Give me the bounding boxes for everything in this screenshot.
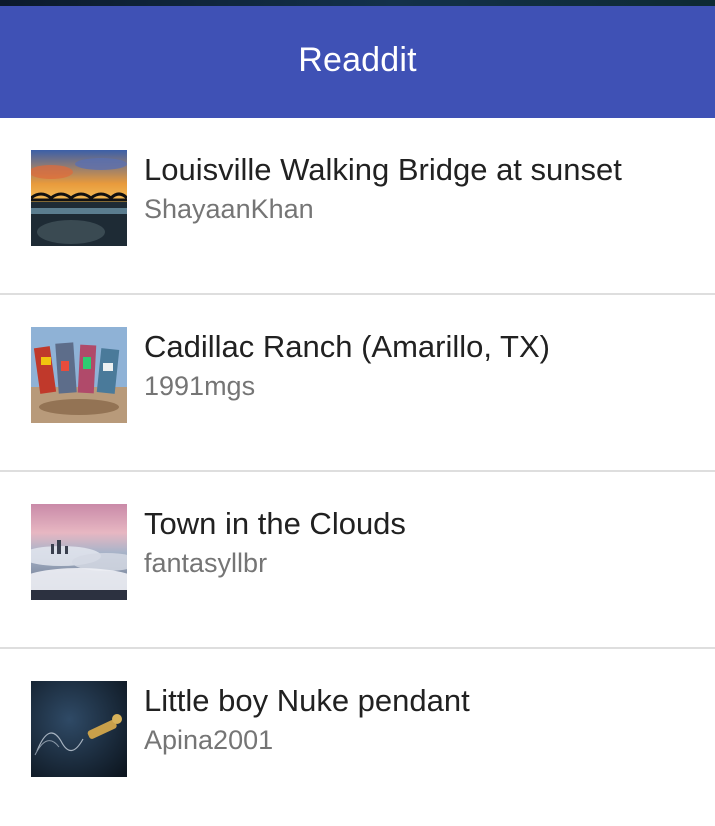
post-thumbnail [31,681,127,777]
app-title: Readdit [298,40,417,79]
app-bar: Readdit [0,6,715,118]
post-author: Apina2001 [144,725,274,755]
post-author: fantasyllbr [144,548,268,578]
list-item[interactable]: Town in the Clouds fantasyllbr [0,472,715,649]
post-title[interactable]: Louisville Walking Bridge at sunset [144,152,622,188]
post-list[interactable]: Louisville Walking Bridge at sunset Shay… [0,118,715,826]
post-title[interactable]: Little boy Nuke pendant [144,683,470,719]
post-author: 1991mgs [144,371,256,401]
list-item[interactable]: Little boy Nuke pendant Apina2001 [0,649,715,826]
list-item[interactable]: Cadillac Ranch (Amarillo, TX) 1991mgs [0,295,715,472]
post-thumbnail [31,504,127,600]
list-item[interactable]: Louisville Walking Bridge at sunset Shay… [0,118,715,295]
post-title[interactable]: Town in the Clouds [144,506,406,542]
post-title[interactable]: Cadillac Ranch (Amarillo, TX) [144,329,550,365]
post-thumbnail [31,150,127,246]
post-thumbnail [31,327,127,423]
post-author: ShayaanKhan [144,194,314,224]
